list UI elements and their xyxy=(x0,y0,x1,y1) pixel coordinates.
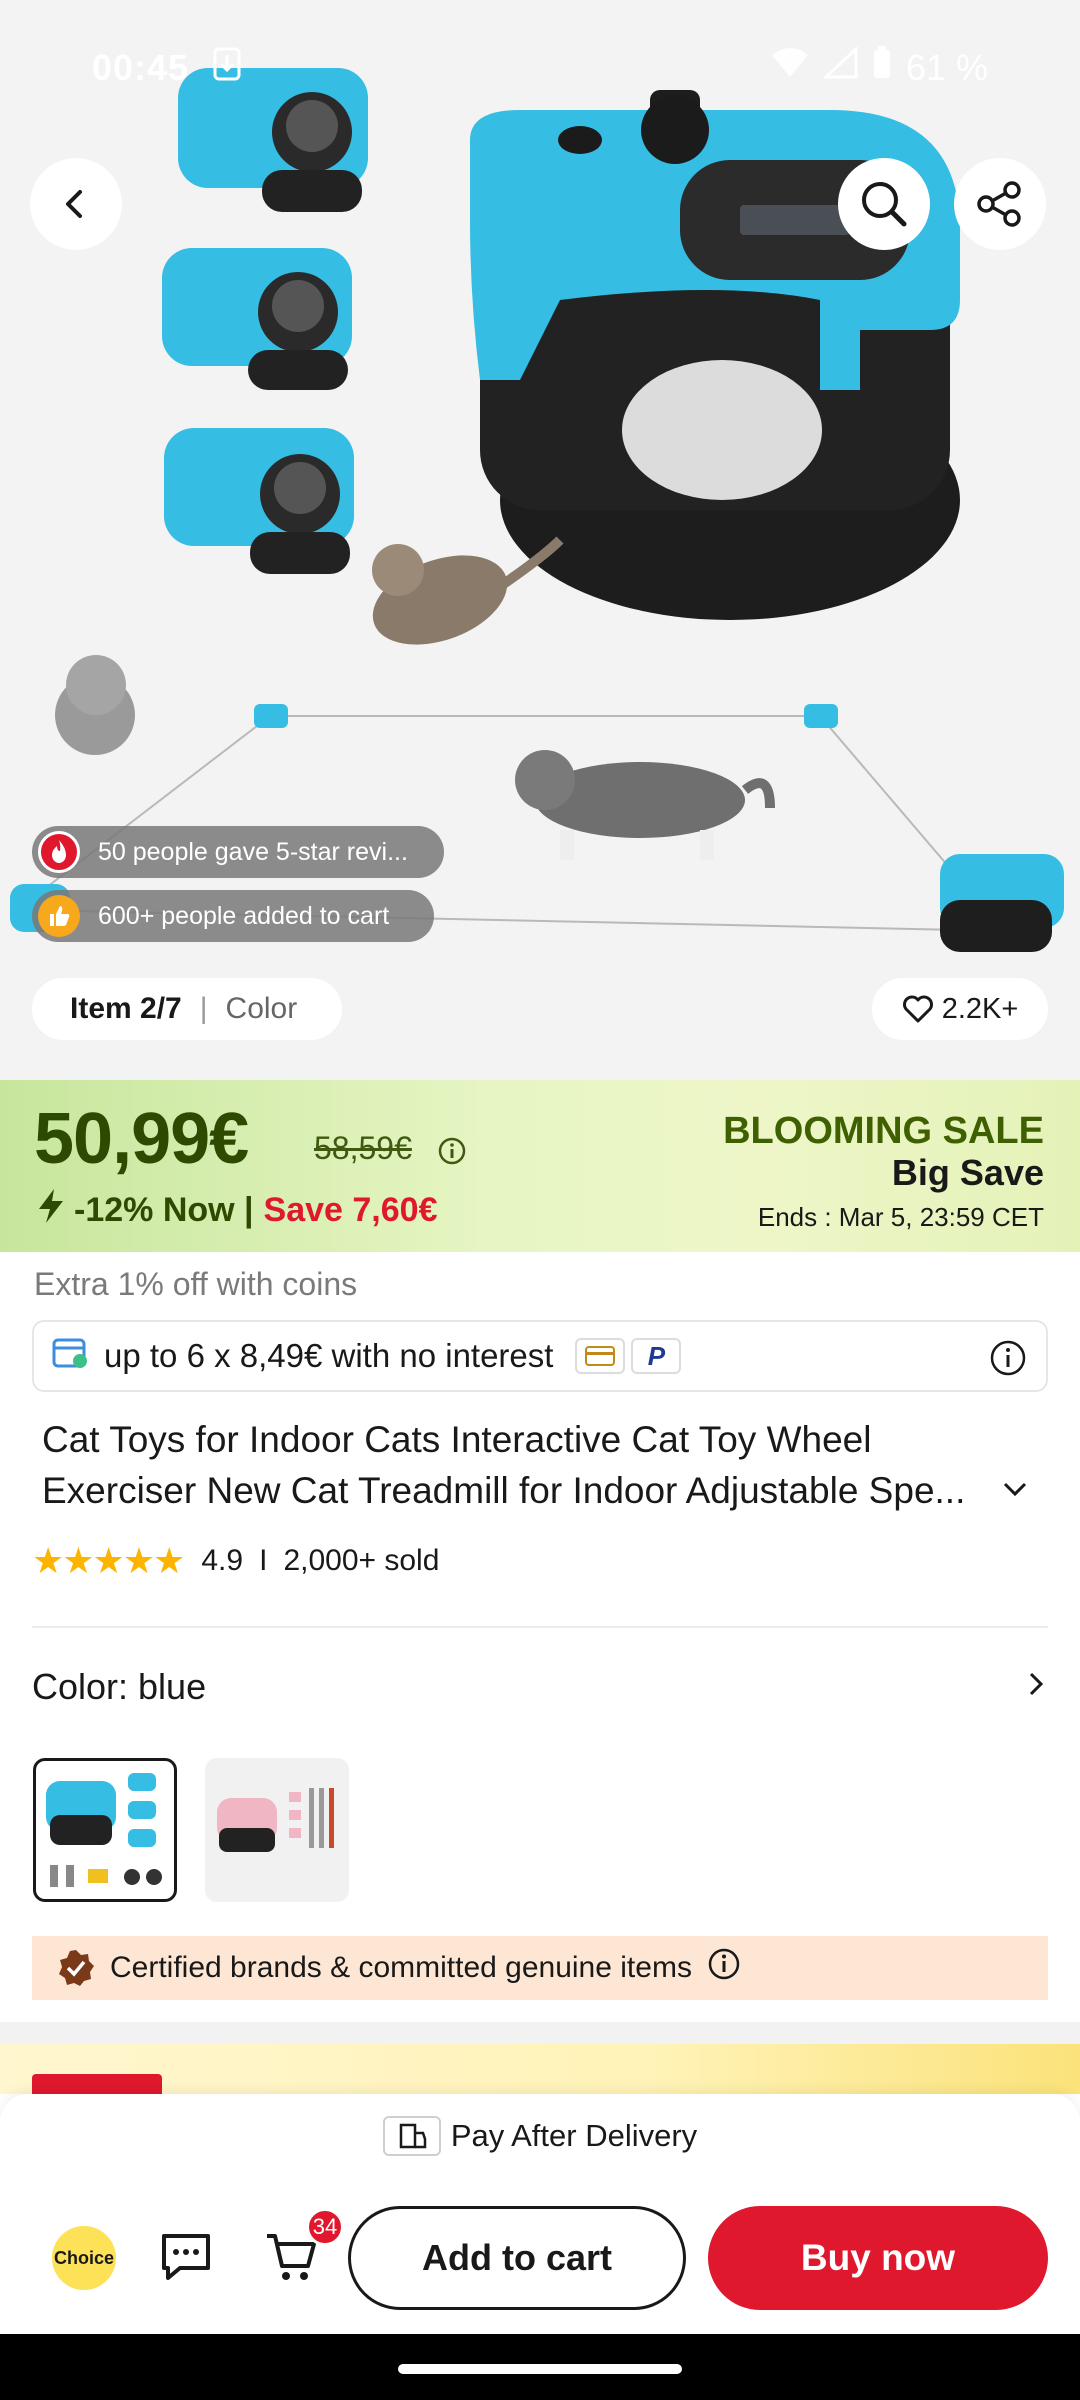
chevron-down-icon[interactable] xyxy=(1000,1478,1030,1505)
cart-added-badge-text: 600+ people added to cart xyxy=(98,901,390,930)
status-indicators: 61 % xyxy=(770,45,988,89)
installment-info-icon[interactable] xyxy=(988,1338,1028,1386)
chevron-left-icon xyxy=(66,190,82,218)
bolt-icon xyxy=(36,1188,66,1233)
coins-discount[interactable]: Extra 1% off with coins xyxy=(34,1266,357,1303)
save-amount: Save 7,60€ xyxy=(263,1191,438,1229)
certified-banner[interactable]: Certified brands & committed genuine ite… xyxy=(32,1936,1048,2000)
heart-icon xyxy=(902,995,933,1023)
battery-percent: 61 % xyxy=(905,46,988,88)
wishlist-button[interactable]: 2.2K+ xyxy=(872,978,1048,1040)
cart-count-badge: 34 xyxy=(306,2208,344,2246)
color-selector-row[interactable]: Color: blue xyxy=(32,1666,1048,1708)
choice-tag xyxy=(32,2074,162,2094)
certified-text: Certified brands & committed genuine ite… xyxy=(110,1951,692,1984)
choice-logo[interactable]: Choice xyxy=(52,2226,116,2290)
discount-row: -12% Now | Save 7,60€ xyxy=(36,1188,437,1233)
cat-walking xyxy=(515,750,775,860)
buy-now-button[interactable]: Buy now xyxy=(708,2206,1048,2310)
back-button[interactable] xyxy=(30,158,122,250)
thumbs-up-icon xyxy=(38,895,80,937)
image-index-pill[interactable]: Item 2/7 | Color xyxy=(32,978,342,1040)
pink-variant-image xyxy=(217,1788,334,1852)
credit-card-icon xyxy=(575,1338,626,1374)
verified-badge-icon xyxy=(59,1950,94,1986)
installment-row[interactable]: up to 6 x 8,49€ with no interest P xyxy=(32,1320,1048,1392)
signal-icon xyxy=(822,45,858,88)
rating-value: 4.9 xyxy=(201,1544,244,1577)
chat-icon[interactable] xyxy=(158,2230,214,2287)
cat-sitting xyxy=(55,655,135,755)
sale-ends: Ends : Mar 5, 23:59 CET xyxy=(757,1202,1044,1232)
certified-info-icon[interactable] xyxy=(706,1946,742,1990)
color-option-pink[interactable] xyxy=(205,1758,349,1902)
clip-holder-3 xyxy=(164,428,354,574)
star-rating-icon: ★★★★★ xyxy=(32,1540,185,1581)
product-title[interactable]: Cat Toys for Indoor Cats Interactive Cat… xyxy=(42,1414,1012,1516)
divider: I xyxy=(259,1544,268,1577)
add-to-cart-button[interactable]: Add to cart xyxy=(348,2206,686,2310)
product-page: 00:45 61 % 50 people gave 5-star revi...… xyxy=(0,0,1080,2400)
home-indicator[interactable] xyxy=(398,2364,682,2374)
price-banner: 50,99€ 58,59€ -12% Now | Save 7,60€ BLOO… xyxy=(0,1080,1080,1252)
sale-title: BLOOMING SALE xyxy=(723,1110,1044,1152)
reviews-badge-text: 50 people gave 5-star revi... xyxy=(98,837,408,866)
color-option-blue[interactable] xyxy=(33,1758,177,1902)
battery-icon xyxy=(872,46,892,89)
color-label: Color: blue xyxy=(32,1666,207,1707)
image-index: Item 2/7 xyxy=(70,992,182,1025)
blue-variant-image xyxy=(46,1773,162,1887)
section-gap xyxy=(0,2022,1080,2044)
search-button[interactable] xyxy=(838,158,930,250)
paypal-icon: P xyxy=(631,1338,682,1374)
original-price: 58,59€ xyxy=(314,1130,412,1166)
rating-row[interactable]: ★★★★★ 4.9 I 2,000+ sold xyxy=(32,1540,439,1582)
pay-after-text: Pay After Delivery xyxy=(450,2118,698,2153)
wifi-icon xyxy=(770,47,810,88)
chevron-right-icon xyxy=(1024,1666,1048,1708)
image-index-label: Color xyxy=(225,992,298,1025)
pay-after-delivery[interactable]: Pay After Delivery xyxy=(0,2116,1080,2156)
discount-text: -12% Now | xyxy=(74,1191,254,1229)
wishlist-count: 2.2K+ xyxy=(941,992,1019,1025)
divider: | xyxy=(199,992,208,1025)
price-info-icon[interactable] xyxy=(437,1136,467,1171)
installment-text: up to 6 x 8,49€ with no interest xyxy=(104,1337,554,1374)
reviews-badge: 50 people gave 5-star revi... xyxy=(32,826,444,878)
calendar-icon xyxy=(52,1335,88,1377)
system-nav-bar xyxy=(0,2334,1080,2400)
section-divider xyxy=(32,1626,1048,1628)
current-price: 50,99€ xyxy=(34,1099,249,1179)
share-icon xyxy=(977,181,1021,227)
small-device xyxy=(940,854,1064,952)
sold-count: 2,000+ sold xyxy=(283,1544,440,1577)
sale-subtitle: Big Save xyxy=(891,1152,1044,1193)
cart-added-badge: 600+ people added to cart xyxy=(32,890,434,942)
choice-banner-peek xyxy=(0,2044,1080,2094)
fire-icon xyxy=(38,831,80,873)
search-icon xyxy=(862,182,907,227)
share-button[interactable] xyxy=(954,158,1046,250)
download-icon xyxy=(213,47,241,89)
clip-holder-2 xyxy=(162,248,352,390)
pay-after-icon xyxy=(382,2116,441,2156)
status-time: 00:45 xyxy=(92,46,190,88)
product-image-carousel[interactable]: 00:45 61 % 50 people gave 5-star revi...… xyxy=(0,0,1080,1080)
status-bar: 00:45 61 % xyxy=(0,0,1080,135)
bottom-action-bar: Pay After Delivery Choice 34 Add to cart… xyxy=(0,2094,1080,2334)
